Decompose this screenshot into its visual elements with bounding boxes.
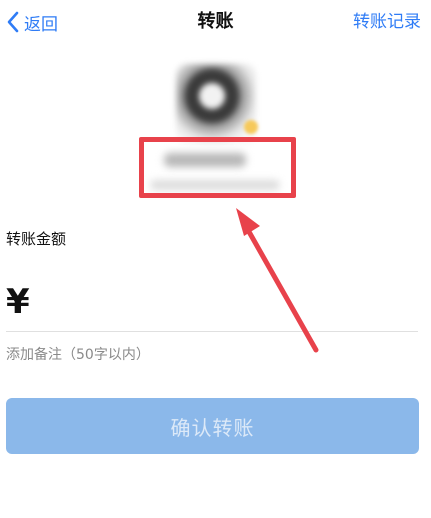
amount-input[interactable]	[35, 281, 416, 323]
chevron-left-icon	[6, 11, 24, 33]
amount-label: 转账金额	[6, 230, 67, 248]
avatar	[176, 64, 256, 144]
add-remark-link[interactable]: 添加备注（50字以内）	[6, 344, 150, 364]
back-label: 返回	[24, 14, 58, 35]
amount-row: ¥	[6, 280, 416, 324]
annotation-highlight-box	[139, 137, 296, 198]
currency-symbol: ¥	[6, 282, 30, 322]
back-button[interactable]: 返回	[6, 8, 58, 36]
avatar-badge	[244, 120, 258, 134]
arrow-head	[236, 208, 260, 236]
confirm-transfer-button[interactable]: 确认转账	[6, 398, 419, 454]
divider	[6, 331, 418, 332]
transfer-screen: 返回 转账 转账记录 转账金额 ¥ 添加备注（50字以内） 确认转账	[0, 0, 431, 518]
transfer-history-button[interactable]: 转账记录	[353, 8, 421, 36]
navigation-bar: 返回 转账 转账记录	[0, 0, 431, 44]
